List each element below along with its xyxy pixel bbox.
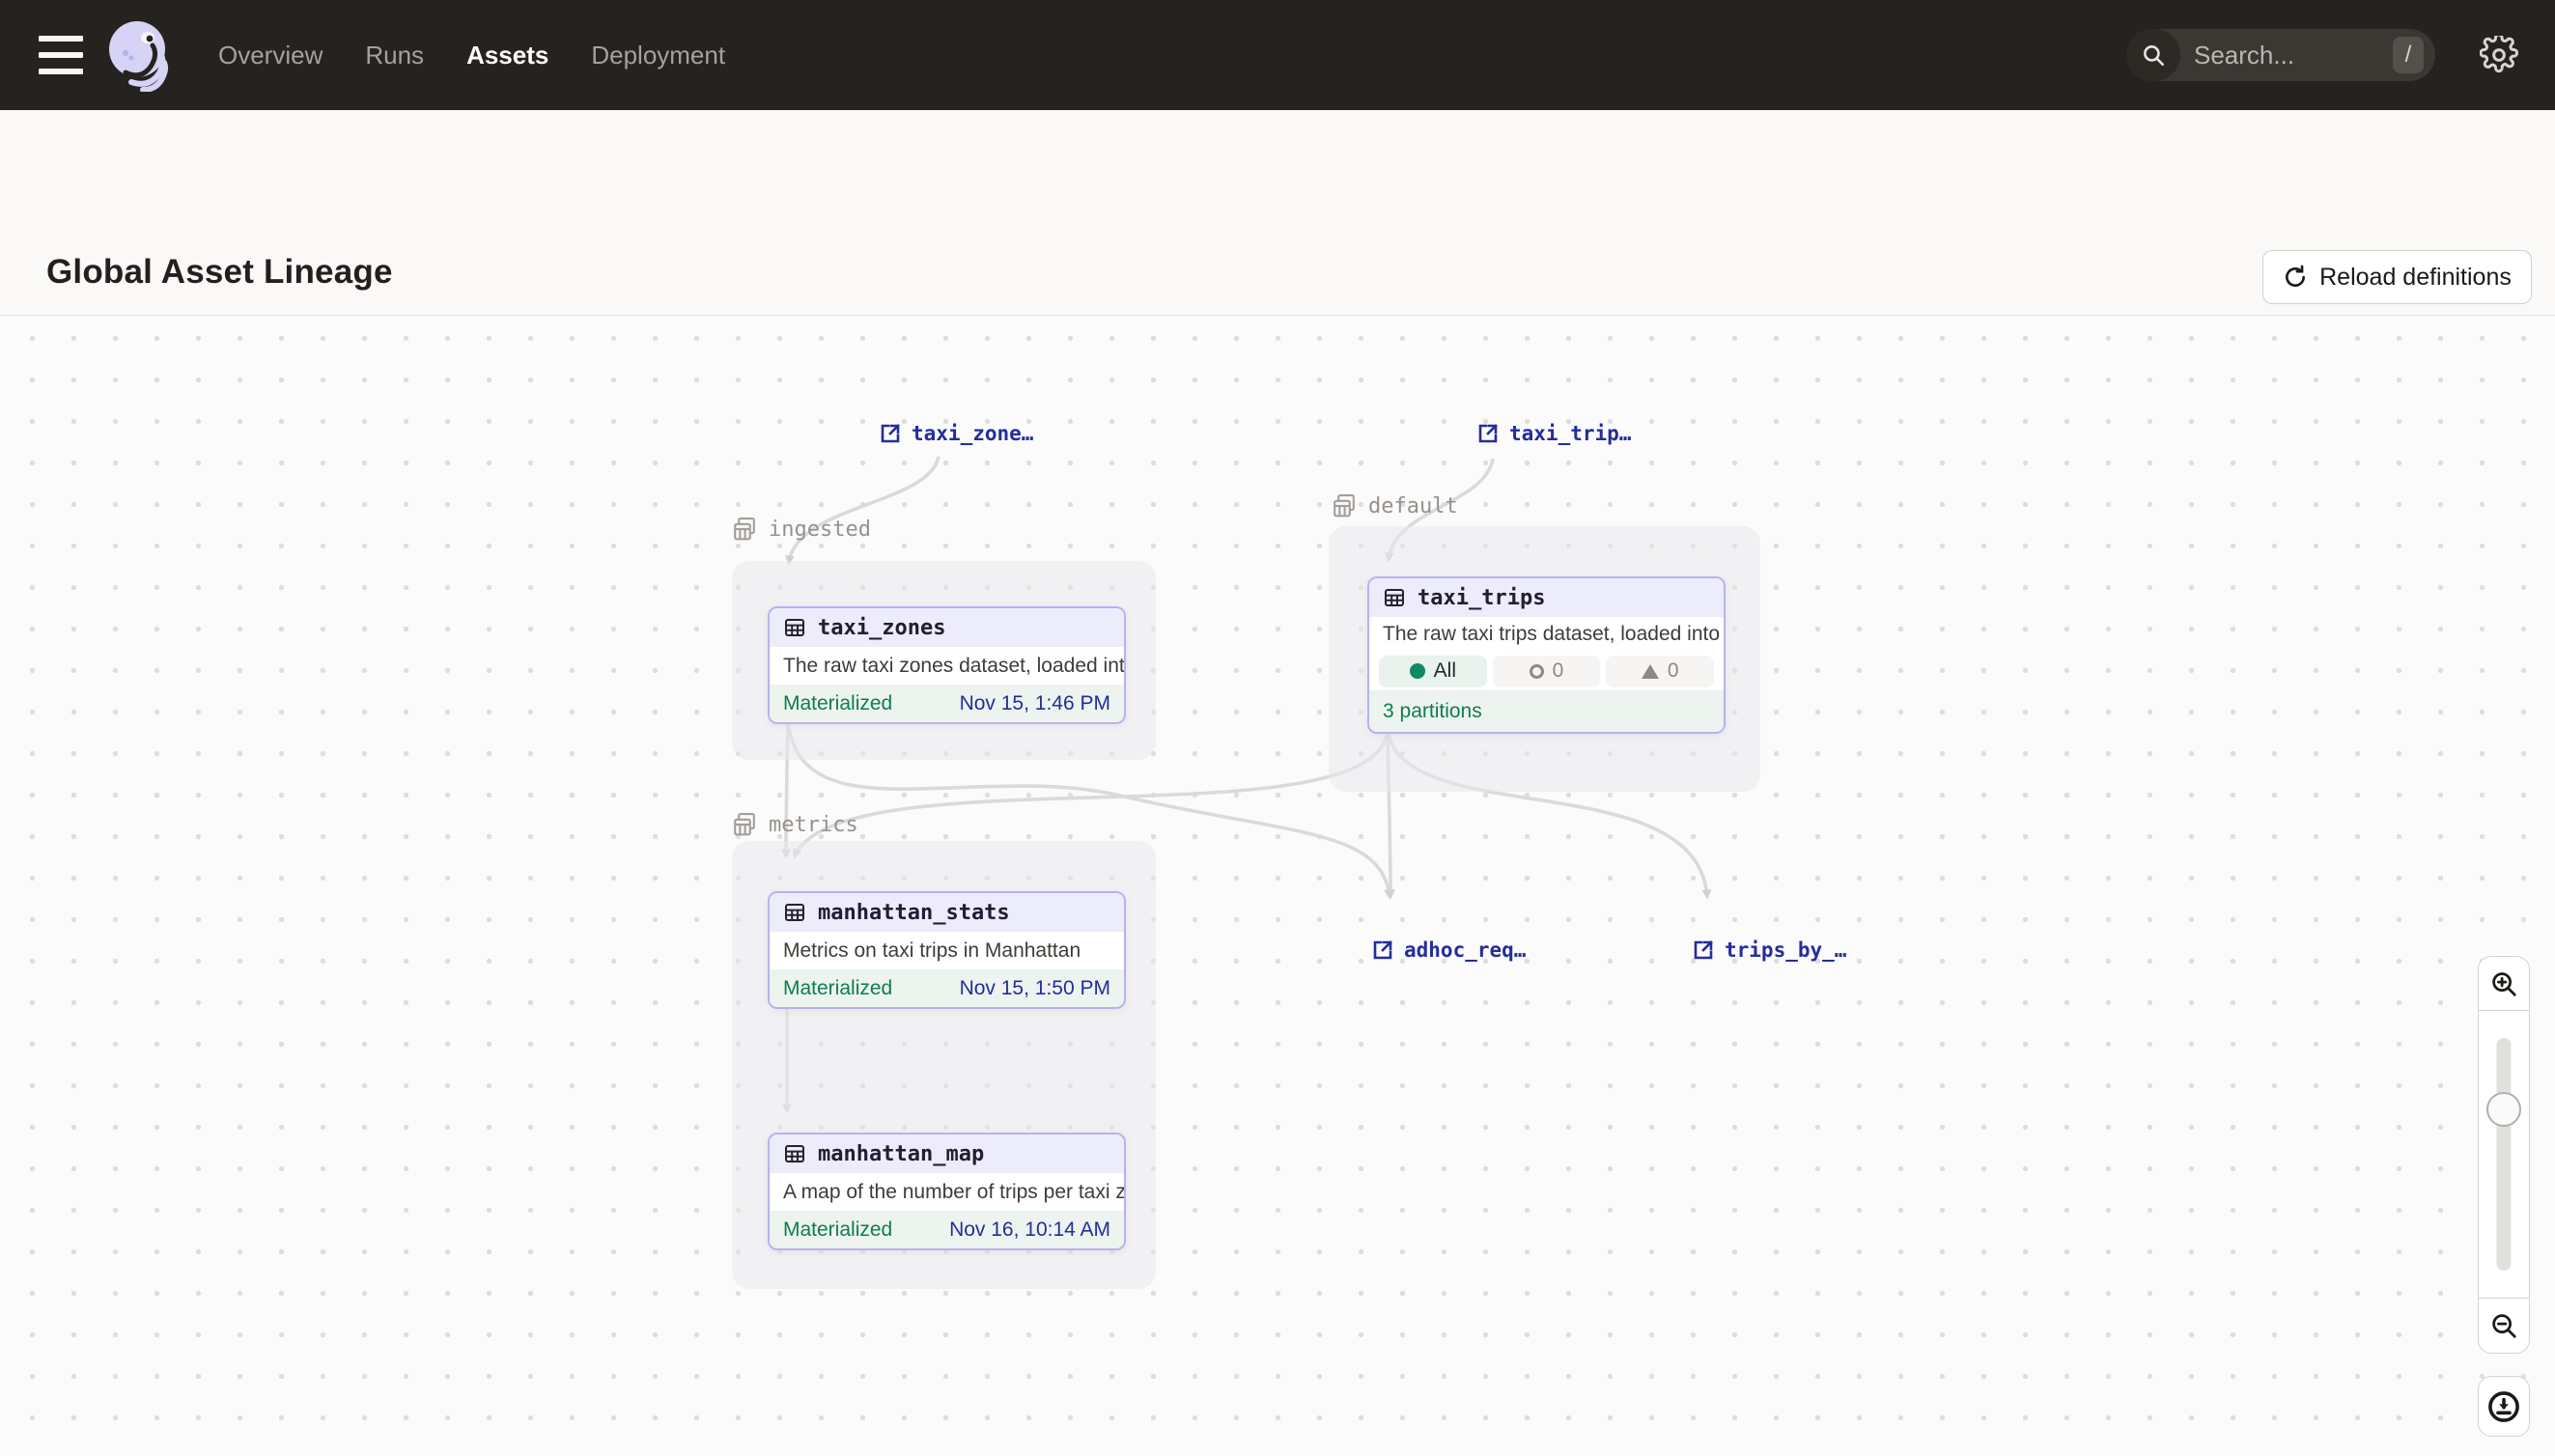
asset-description: The raw taxi trips dataset, loaded into … [1369, 617, 1724, 652]
settings-gear-icon[interactable] [2478, 34, 2520, 76]
asset-description: A map of the number of trips per taxi z.… [770, 1173, 1124, 1211]
status-badge: Materialized [783, 1218, 892, 1242]
nav-links: Overview Runs Assets Deployment [218, 41, 725, 70]
dagster-logo-icon[interactable] [106, 18, 172, 92]
download-image-button[interactable] [2478, 1376, 2530, 1437]
group-label-default[interactable]: default [1330, 491, 1458, 520]
hamburger-menu-icon[interactable] [39, 36, 83, 74]
zoom-out-button[interactable] [2478, 1298, 2530, 1354]
external-asset-taxi-zone[interactable]: taxi_zone… [879, 422, 1033, 445]
asset-status-footer: Materialized Nov 16, 10:14 AM [770, 1211, 1124, 1248]
zoom-out-icon [2489, 1311, 2518, 1340]
asset-description: Metrics on taxi trips in Manhattan [770, 932, 1124, 969]
search-placeholder: Search... [2194, 41, 2393, 70]
table-icon [783, 616, 806, 639]
page-title: Global Asset Lineage [46, 253, 393, 292]
asset-node-manhattan-stats[interactable]: manhattan_stats Metrics on taxi trips in… [768, 891, 1126, 1009]
asset-name: manhattan_stats [818, 901, 1010, 925]
partitions-failed-pill[interactable]: 0 [1606, 656, 1714, 687]
external-asset-adhoc-req[interactable]: adhoc_req… [1371, 938, 1526, 962]
zoom-slider[interactable] [2478, 1010, 2530, 1299]
group-label-ingested[interactable]: ingested [730, 515, 871, 544]
group-tables-icon [730, 810, 759, 839]
download-icon [2486, 1389, 2521, 1424]
dagster-app: Overview Runs Assets Deployment Search..… [0, 0, 2555, 1456]
materialization-timestamp[interactable]: Nov 15, 1:50 PM [960, 977, 1110, 1000]
external-link-icon [879, 422, 902, 445]
asset-node-taxi-zones[interactable]: taxi_zones The raw taxi zones dataset, l… [768, 606, 1126, 724]
external-link-icon [1476, 422, 1500, 445]
partition-pill-label: 0 [1668, 659, 1679, 683]
nav-item-deployment[interactable]: Deployment [591, 41, 725, 70]
partition-pill-label: All [1434, 659, 1456, 683]
asset-status-footer: Materialized Nov 15, 1:50 PM [770, 969, 1124, 1007]
partitions-all-pill[interactable]: All [1379, 656, 1487, 687]
asset-status-footer: Materialized Nov 15, 1:46 PM [770, 685, 1124, 722]
reload-definitions-button[interactable]: Reload definitions [2262, 250, 2532, 304]
external-asset-trips-by[interactable]: trips_by_… [1692, 938, 1846, 962]
group-label-metrics[interactable]: metrics [730, 810, 858, 839]
success-dot-icon [1410, 663, 1425, 679]
status-badge: Materialized [783, 692, 892, 715]
partition-health-row: All 0 0 [1369, 652, 1724, 690]
status-badge: Materialized [783, 977, 892, 1000]
zoom-in-icon [2489, 969, 2518, 998]
zoom-slider-track[interactable] [2497, 1038, 2512, 1271]
external-asset-label: trips_by_… [1725, 938, 1846, 962]
asset-card-header: manhattan_stats [770, 893, 1124, 932]
materialization-timestamp[interactable]: Nov 16, 10:14 AM [949, 1218, 1110, 1242]
reload-icon [2283, 265, 2308, 290]
asset-name: manhattan_map [818, 1142, 984, 1166]
asset-name: taxi_trips [1418, 586, 1545, 610]
external-asset-taxi-trip[interactable]: taxi_trip… [1476, 422, 1631, 445]
reload-label: Reload definitions [2319, 264, 2512, 292]
zoom-slider-handle[interactable] [2486, 1092, 2521, 1127]
external-asset-label: adhoc_req… [1404, 938, 1526, 962]
partitions-missing-pill[interactable]: 0 [1493, 656, 1601, 687]
asset-node-manhattan-map[interactable]: manhattan_map A map of the number of tri… [768, 1133, 1126, 1250]
page-header: Global Asset Lineage Reload definitions … [0, 110, 2555, 316]
zoom-in-button[interactable] [2478, 956, 2530, 1011]
external-asset-label: taxi_trip… [1509, 422, 1631, 445]
materialization-timestamp[interactable]: Nov 15, 1:46 PM [960, 692, 1110, 715]
nav-right: Search... / [2126, 29, 2555, 81]
asset-card-header: manhattan_map [770, 1134, 1124, 1173]
asset-card-header: taxi_zones [770, 608, 1124, 647]
partition-pill-label: 0 [1553, 659, 1564, 683]
group-name: default [1368, 494, 1458, 518]
external-asset-label: taxi_zone… [912, 422, 1033, 445]
table-icon [1383, 586, 1406, 609]
group-name: metrics [769, 813, 858, 837]
table-icon [783, 1142, 806, 1165]
group-tables-icon [1330, 491, 1359, 520]
group-name: ingested [769, 518, 871, 542]
external-link-icon [1692, 938, 1715, 962]
nav-item-assets[interactable]: Assets [466, 41, 548, 70]
nav-item-overview[interactable]: Overview [218, 41, 323, 70]
partitions-count[interactable]: 3 partitions [1383, 700, 1482, 723]
group-tables-icon [730, 515, 759, 544]
search-icon [2126, 29, 2180, 81]
lineage-edges [0, 316, 2555, 1456]
warning-triangle-icon [1642, 664, 1659, 679]
top-navbar: Overview Runs Assets Deployment Search..… [0, 0, 2555, 110]
asset-description: The raw taxi zones dataset, loaded int..… [770, 647, 1124, 685]
search-shortcut-badge: / [2393, 37, 2424, 73]
asset-status-footer: 3 partitions [1369, 690, 1724, 732]
empty-circle-icon [1530, 664, 1544, 679]
asset-card-header: taxi_trips [1369, 578, 1724, 617]
asset-node-taxi-trips[interactable]: taxi_trips The raw taxi trips dataset, l… [1367, 576, 1726, 734]
asset-name: taxi_zones [818, 616, 945, 640]
search-input[interactable]: Search... / [2126, 29, 2435, 81]
external-link-icon [1371, 938, 1394, 962]
lineage-graph-canvas[interactable]: ingested default metrics taxi_zone… [0, 316, 2555, 1456]
nav-item-runs[interactable]: Runs [365, 41, 424, 70]
table-icon [783, 901, 806, 924]
